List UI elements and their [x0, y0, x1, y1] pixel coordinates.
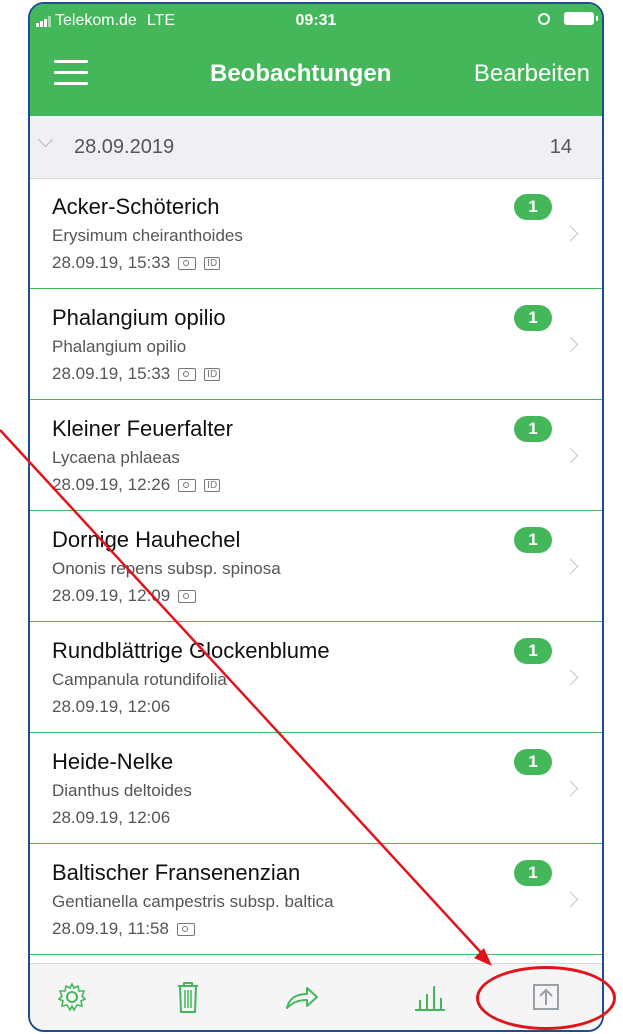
observation-meta: 28.09.19, 12:26 ID — [52, 475, 221, 495]
statistics-icon[interactable] — [410, 978, 450, 1016]
page-title: Beobachtungen — [210, 60, 392, 87]
alarm-icon — [538, 12, 550, 25]
annotation-circle — [476, 966, 616, 1030]
status-time: 09:31 — [295, 12, 337, 29]
scientific-name: Campanula rotundifolia — [52, 670, 227, 689]
settings-icon[interactable] — [52, 978, 92, 1016]
count-badge: 1 — [514, 749, 552, 775]
observation-meta: 28.09.19, 11:58 — [52, 919, 195, 939]
scientific-name: Lycaena phlaeas — [52, 448, 180, 467]
trash-icon[interactable] — [168, 978, 208, 1016]
chevron-right-icon — [562, 558, 579, 575]
phone-frame: Telekom.de LTE 09:31 Beobachtungen Bearb… — [28, 2, 604, 1032]
section-date: 28.09.2019 — [74, 136, 175, 158]
common-name: Acker-Schöterich — [52, 194, 220, 219]
observation-timestamp: 28.09.19, 15:33 — [52, 364, 171, 383]
list-item[interactable]: Dornige Hauhechel Ononis repens subsp. sp… — [30, 511, 602, 622]
chevron-right-icon — [562, 669, 579, 686]
list-item[interactable]: Baltischer Fransenenzian Gentianella camp… — [30, 844, 602, 955]
count-badge: 1 — [514, 416, 552, 442]
count-badge: 1 — [514, 860, 552, 886]
observation-timestamp: 28.09.19, 12:06 — [52, 808, 171, 827]
observation-meta: 28.09.19, 15:33 ID — [52, 364, 221, 384]
scientific-name: Gentianella campestris subsp. baltica — [52, 892, 334, 911]
observation-meta: 28.09.19, 12:09 — [52, 586, 197, 606]
observation-timestamp: 28.09.19, 11:58 — [52, 919, 169, 938]
observation-meta: 28.09.19, 12:06 — [52, 808, 170, 828]
edit-button[interactable]: Bearbeiten — [474, 60, 590, 88]
camera-icon — [178, 367, 197, 381]
id-icon: ID — [204, 478, 221, 492]
scientific-name: Dianthus deltoides — [52, 781, 192, 800]
camera-icon — [178, 589, 197, 603]
list-item[interactable]: Heide-Nelke Dianthus deltoides 28.09.19, 1… — [30, 733, 602, 844]
observation-timestamp: 28.09.19, 12:26 — [52, 475, 171, 494]
count-badge: 1 — [514, 305, 552, 331]
observation-meta: 28.09.19, 15:33 ID — [52, 253, 221, 273]
list-item[interactable]: Rundblättrige Glockenblume Campanula rotu… — [30, 622, 602, 733]
scientific-name: Erysimum cheiranthoides — [52, 226, 243, 245]
common-name: Phalangium opilio — [52, 305, 226, 330]
observation-list: Acker-Schöterich Erysimum cheiranthoides 2… — [30, 178, 602, 955]
chevron-down-icon — [37, 131, 54, 148]
common-name: Rundblättrige Glockenblume — [52, 638, 330, 663]
chevron-right-icon — [562, 336, 579, 353]
camera-icon — [176, 922, 195, 936]
status-bar: Telekom.de LTE 09:31 — [30, 4, 602, 38]
camera-icon — [178, 478, 197, 492]
hamburger-icon[interactable] — [54, 60, 88, 86]
date-section-header[interactable]: 28.09.2019 14 — [30, 116, 602, 179]
chevron-right-icon — [562, 447, 579, 464]
section-count: 14 — [549, 136, 572, 158]
common-name: Baltischer Fransenenzian — [52, 860, 301, 885]
observation-timestamp: 28.09.19, 12:09 — [52, 586, 171, 605]
common-name: Heide-Nelke — [52, 749, 174, 774]
count-badge: 1 — [514, 194, 552, 220]
chevron-right-icon — [562, 225, 579, 242]
chevron-right-icon — [562, 780, 579, 797]
scientific-name: Ononis repens subsp. spinosa — [52, 559, 281, 578]
list-item[interactable]: Kleiner Feuerfalter Lycaena phlaeas 28.09.… — [30, 400, 602, 511]
count-badge: 1 — [514, 527, 552, 553]
battery-icon — [564, 12, 598, 25]
observation-timestamp: 28.09.19, 15:33 — [52, 253, 171, 272]
id-icon: ID — [204, 256, 221, 270]
common-name: Dornige Hauhechel — [52, 527, 241, 552]
share-icon[interactable] — [282, 978, 322, 1016]
id-icon: ID — [204, 367, 221, 381]
scientific-name: Phalangium opilio — [52, 337, 187, 356]
observation-timestamp: 28.09.19, 12:06 — [52, 697, 171, 716]
list-item[interactable]: Phalangium opilio Phalangium opilio 28.09.… — [30, 289, 602, 400]
camera-icon — [178, 256, 197, 270]
observation-meta: 28.09.19, 12:06 — [52, 697, 170, 717]
list-item[interactable]: Acker-Schöterich Erysimum cheiranthoides 2… — [30, 178, 602, 289]
navigation-bar: Beobachtungen Bearbeiten — [30, 38, 602, 116]
chevron-right-icon — [562, 891, 579, 908]
count-badge: 1 — [514, 638, 552, 664]
common-name: Kleiner Feuerfalter — [52, 416, 233, 441]
